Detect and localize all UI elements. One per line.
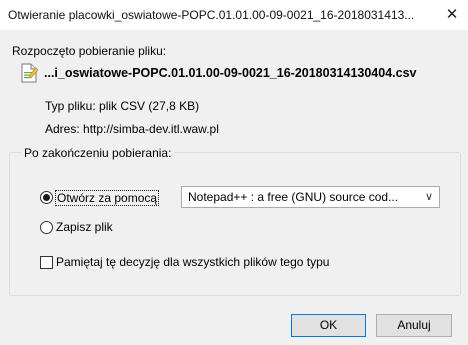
close-button[interactable]: ✕ — [440, 3, 464, 27]
remember-decision-checkbox[interactable] — [40, 256, 53, 269]
remember-decision-label[interactable]: Pamiętaj tę decyzję dla wszystkich plikó… — [56, 255, 329, 269]
file-type-value: plik CSV (27,8 KB) — [99, 99, 200, 113]
file-address-value: http://simba-dev.itl.waw.pl — [83, 122, 219, 136]
ok-button[interactable]: OK — [291, 314, 366, 337]
application-select-value: Notepad++ : a free (GNU) source cod... — [188, 190, 399, 204]
after-download-legend: Po zakończeniu pobierania: — [21, 146, 175, 160]
open-with-radio[interactable] — [40, 191, 53, 204]
save-file-label[interactable]: Zapisz plik — [56, 220, 113, 234]
download-filename: ...i_oswiatowe-POPC.01.01.00-09-0021_16-… — [44, 66, 417, 80]
file-type-row: Typ pliku: plik CSV (27,8 KB) — [45, 99, 199, 113]
open-with-label[interactable]: Otwórz za pomocą — [55, 190, 160, 206]
window-title: Otwieranie placowki_oswiatowe-POPC.01.01… — [8, 8, 415, 22]
save-file-radio[interactable] — [40, 221, 53, 234]
application-select[interactable]: Notepad++ : a free (GNU) source cod... ∨ — [181, 186, 440, 208]
radio-selected-dot — [43, 194, 50, 201]
file-address-label: Adres: — [45, 122, 80, 136]
cancel-button[interactable]: Anuluj — [376, 314, 452, 337]
title-bar: Otwieranie placowki_oswiatowe-POPC.01.01… — [0, 0, 468, 30]
chevron-down-icon: ∨ — [424, 191, 433, 203]
file-address-row: Adres: http://simba-dev.itl.waw.pl — [45, 122, 219, 136]
file-type-label: Typ pliku: — [45, 99, 96, 113]
download-heading: Rozpoczęto pobieranie pliku: — [12, 44, 167, 58]
csv-file-icon — [21, 63, 38, 83]
